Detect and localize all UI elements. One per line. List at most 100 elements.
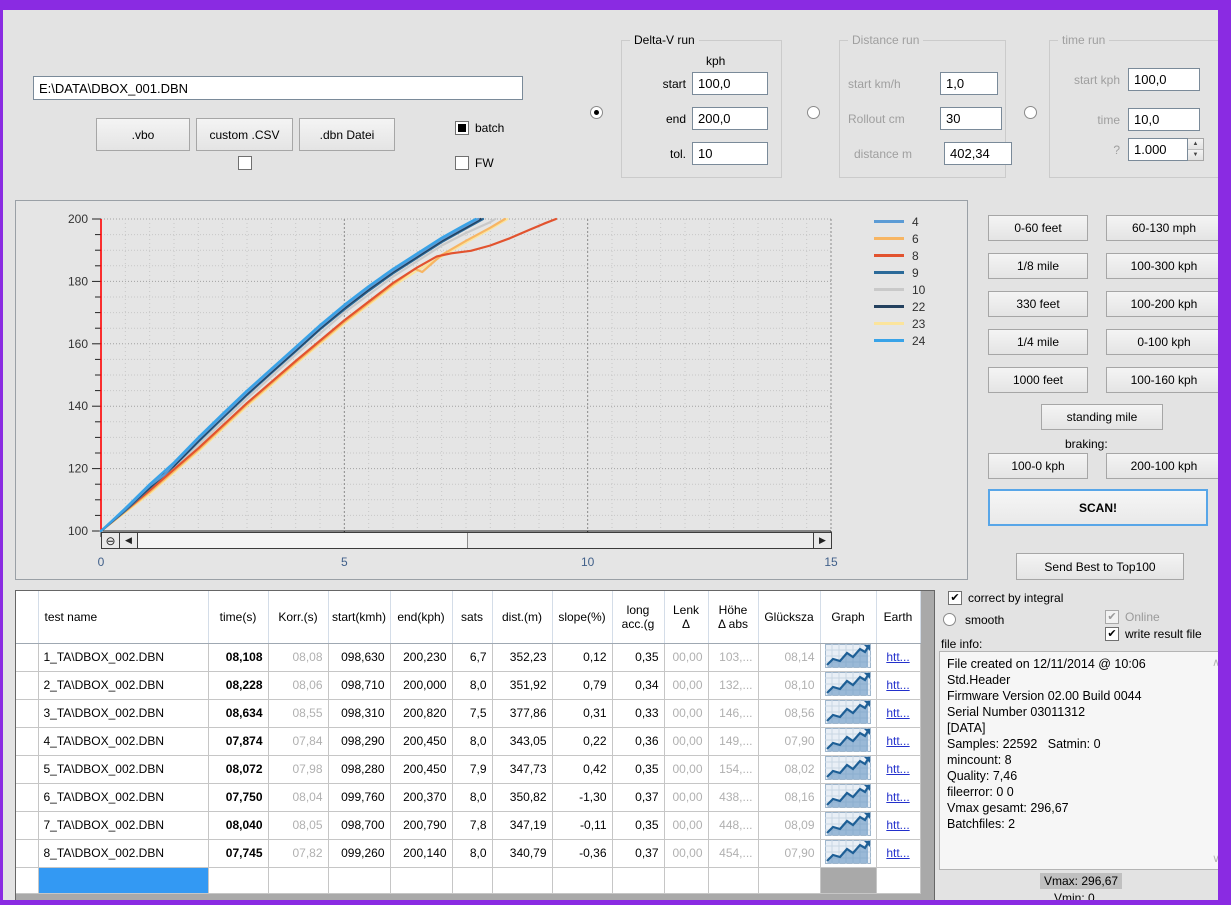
time-run-time-input[interactable]: [1128, 108, 1200, 131]
cell-name[interactable]: 3_TA\DBOX_002.DBN: [38, 699, 208, 727]
cell-time[interactable]: 08,040: [208, 811, 268, 839]
cell-sats[interactable]: 7,9: [452, 755, 492, 783]
distance-start-input[interactable]: [940, 72, 998, 95]
cell-dist[interactable]: 377,86: [492, 699, 552, 727]
cell-graph[interactable]: [820, 783, 876, 811]
cell-name[interactable]: 6_TA\DBOX_002.DBN: [38, 783, 208, 811]
cell-sel[interactable]: [16, 727, 38, 755]
cell-lenk[interactable]: 00,00: [664, 727, 708, 755]
cell-slope[interactable]: 0,31: [552, 699, 612, 727]
cell-slope[interactable]: [552, 867, 612, 893]
chart-scrollbar[interactable]: ⊖ ◀ ▶: [101, 532, 832, 549]
cell-end[interactable]: 200,370: [390, 783, 452, 811]
cell-glueck[interactable]: 07,90: [758, 727, 820, 755]
spin-down-icon[interactable]: ▼: [1188, 149, 1203, 160]
cell-time[interactable]: 07,745: [208, 839, 268, 867]
cell-glueck[interactable]: 08,02: [758, 755, 820, 783]
column-header-dist[interactable]: dist.(m): [492, 591, 552, 643]
cell-slope[interactable]: -1,30: [552, 783, 612, 811]
cell-name[interactable]: 5_TA\DBOX_002.DBN: [38, 755, 208, 783]
graph-icon[interactable]: [825, 728, 871, 752]
cell-korr[interactable]: 07,98: [268, 755, 328, 783]
cell-glueck[interactable]: [758, 867, 820, 893]
cell-korr[interactable]: 08,05: [268, 811, 328, 839]
cell-acc[interactable]: [612, 867, 664, 893]
cell-start[interactable]: 099,260: [328, 839, 390, 867]
cell-sats[interactable]: 8,0: [452, 671, 492, 699]
file-path-input[interactable]: [33, 76, 523, 100]
cell-acc[interactable]: 0,34: [612, 671, 664, 699]
cell-graph[interactable]: [820, 755, 876, 783]
cell-sats[interactable]: 8,0: [452, 727, 492, 755]
cell-sats[interactable]: 7,8: [452, 811, 492, 839]
cell-korr[interactable]: [268, 867, 328, 893]
cell-lenk[interactable]: 00,00: [664, 671, 708, 699]
cell-end[interactable]: 200,790: [390, 811, 452, 839]
earth-link[interactable]: htt...: [886, 818, 909, 832]
btn-200-100-kph[interactable]: 200-100 kph: [1106, 453, 1222, 479]
cell-slope[interactable]: -0,11: [552, 811, 612, 839]
cell-end[interactable]: 200,450: [390, 727, 452, 755]
cell-lenk[interactable]: 00,00: [664, 839, 708, 867]
cell-acc[interactable]: 0,36: [612, 727, 664, 755]
cell-end[interactable]: [390, 867, 452, 893]
earth-link[interactable]: htt...: [886, 762, 909, 776]
cell-start[interactable]: 098,280: [328, 755, 390, 783]
cell-hoehe[interactable]: 103,...: [708, 643, 758, 671]
cell-glueck[interactable]: 07,90: [758, 839, 820, 867]
column-header-glueck[interactable]: Glücksza: [758, 591, 820, 643]
time-run-start-input[interactable]: [1128, 68, 1200, 91]
zoom-out-icon[interactable]: ⊖: [102, 533, 120, 548]
graph-icon[interactable]: [825, 756, 871, 780]
earth-link[interactable]: htt...: [886, 678, 909, 692]
cell-lenk[interactable]: 00,00: [664, 783, 708, 811]
btn-100-300-kph[interactable]: 100-300 kph: [1106, 253, 1222, 279]
cell-dist[interactable]: 347,73: [492, 755, 552, 783]
spin-up-icon[interactable]: ▲: [1188, 139, 1203, 149]
btn-1000-feet[interactable]: 1000 feet: [988, 367, 1088, 393]
cell-earth[interactable]: htt...: [876, 783, 920, 811]
spinner-input[interactable]: [1128, 138, 1188, 161]
cell-sel[interactable]: [16, 783, 38, 811]
column-header-slope[interactable]: slope(%): [552, 591, 612, 643]
cell-sel[interactable]: [16, 699, 38, 727]
scroll-left-icon[interactable]: ◀: [120, 533, 138, 548]
cell-earth[interactable]: [876, 867, 920, 893]
btn-0-100-kph[interactable]: 0-100 kph: [1106, 329, 1222, 355]
cell-earth[interactable]: htt...: [876, 811, 920, 839]
cell-sel[interactable]: [16, 839, 38, 867]
cell-start[interactable]: 098,290: [328, 727, 390, 755]
scrollbar-track[interactable]: [468, 533, 813, 548]
cell-glueck[interactable]: 08,14: [758, 643, 820, 671]
cell-hoehe[interactable]: 438,...: [708, 783, 758, 811]
earth-link[interactable]: htt...: [886, 790, 909, 804]
cell-dist[interactable]: 351,92: [492, 671, 552, 699]
cell-sel[interactable]: [16, 671, 38, 699]
cell-acc[interactable]: 0,35: [612, 811, 664, 839]
cell-sel[interactable]: [16, 867, 38, 893]
cell-dist[interactable]: 352,23: [492, 643, 552, 671]
cell-hoehe[interactable]: [708, 867, 758, 893]
cell-time[interactable]: [208, 867, 268, 893]
cell-earth[interactable]: htt...: [876, 671, 920, 699]
cell-dist[interactable]: 350,82: [492, 783, 552, 811]
cell-dist[interactable]: [492, 867, 552, 893]
cell-time[interactable]: 07,874: [208, 727, 268, 755]
graph-icon[interactable]: [825, 700, 871, 724]
column-header-start[interactable]: start(kmh): [328, 591, 390, 643]
distance-m-input[interactable]: [944, 142, 1012, 165]
cell-hoehe[interactable]: 149,...: [708, 727, 758, 755]
column-header-sel[interactable]: [16, 591, 38, 643]
cell-korr[interactable]: 08,55: [268, 699, 328, 727]
graph-icon[interactable]: [825, 812, 871, 836]
cell-dist[interactable]: 347,19: [492, 811, 552, 839]
delta-v-tol-input[interactable]: [692, 142, 768, 165]
cell-start[interactable]: 098,710: [328, 671, 390, 699]
cell-earth[interactable]: htt...: [876, 699, 920, 727]
cell-graph[interactable]: [820, 671, 876, 699]
cell-earth[interactable]: htt...: [876, 755, 920, 783]
cell-earth[interactable]: htt...: [876, 727, 920, 755]
cell-dist[interactable]: 343,05: [492, 727, 552, 755]
cell-name[interactable]: 8_TA\DBOX_002.DBN: [38, 839, 208, 867]
cell-slope[interactable]: -0,36: [552, 839, 612, 867]
